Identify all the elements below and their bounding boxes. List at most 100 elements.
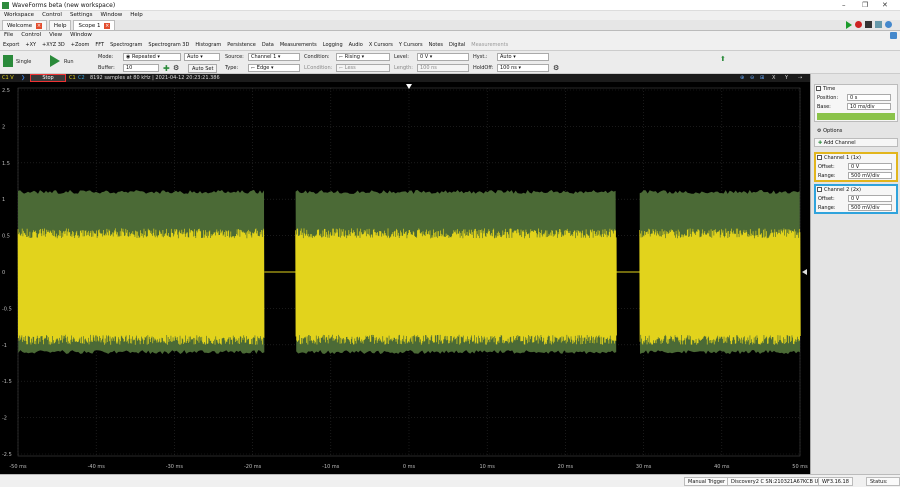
source-label: Source:	[225, 54, 244, 60]
hyst-select[interactable]: Auto ▾	[497, 53, 549, 61]
device-status[interactable]: Discovery2 C SN:210321A67KCB USB	[727, 477, 829, 486]
hyst-label: Hyst.:	[473, 54, 488, 60]
x-tick-label: 30 ms	[636, 464, 651, 470]
tool-digital[interactable]: Digital	[446, 40, 468, 50]
x-tick-label: -20 ms	[244, 464, 261, 470]
tool-menu: Export +XY +XYZ 3D +Zoom FFT Spectrogram…	[0, 40, 900, 50]
x-tick-label: 10 ms	[479, 464, 494, 470]
time-slider[interactable]	[817, 113, 895, 120]
condition-select[interactable]: ⌐ Rising ▾	[336, 53, 390, 61]
info-icon[interactable]	[885, 21, 892, 28]
x-tick-label: -40 ms	[88, 464, 105, 470]
settings-icon[interactable]: ⚙	[173, 64, 179, 72]
tool-x-cursors[interactable]: X Cursors	[366, 40, 396, 50]
zoom-out-icon[interactable]: ⊖	[750, 75, 754, 81]
mode-auto-select[interactable]: Auto ▾	[184, 53, 220, 61]
maximize-icon[interactable]: ❐	[862, 1, 868, 9]
cursor-icon[interactable]: ❯	[21, 75, 25, 81]
manual-trigger-button[interactable]: Manual Trigger	[684, 477, 729, 486]
options-row[interactable]: ⚙ Options	[817, 128, 842, 134]
menu-scope-control[interactable]: Control	[17, 31, 45, 40]
channel-2-checkbox[interactable]	[817, 187, 822, 192]
close-icon[interactable]: ✕	[882, 1, 888, 9]
tool-logging[interactable]: Logging	[320, 40, 346, 50]
length-label: Length:	[394, 65, 413, 71]
menu-control[interactable]: Control	[38, 11, 66, 20]
tool-fft[interactable]: FFT	[92, 40, 107, 50]
play-icon[interactable]	[846, 21, 852, 29]
tool-measurements[interactable]: Measurements	[277, 40, 320, 50]
single-button[interactable]: Single	[16, 59, 31, 65]
tool-export[interactable]: Export	[0, 40, 22, 50]
c2-badge[interactable]: C2	[78, 75, 85, 81]
tab-scope-1[interactable]: Scope 1 ×	[73, 20, 115, 30]
tab-welcome[interactable]: Welcome ×	[2, 20, 47, 30]
mode-select[interactable]: ◉ Repeated ▾	[123, 53, 181, 61]
tool-persistence[interactable]: Persistence	[224, 40, 259, 50]
x-tick-label: 50 ms	[792, 464, 807, 470]
ch1-range-input[interactable]: 500 mV/div	[848, 172, 892, 179]
y-axis-label: Y	[785, 75, 788, 81]
ch2-range-input[interactable]: 500 mV/div	[848, 204, 892, 211]
menu-help[interactable]: Help	[126, 11, 147, 20]
holdoff-settings-icon[interactable]: ⚙	[553, 64, 559, 72]
source-select[interactable]: Channel 1 ▾	[248, 53, 300, 61]
time-panel: Time Position: 0 s Base: 10 ms/div	[814, 84, 898, 122]
single-icon[interactable]	[3, 55, 13, 67]
tool-zoom[interactable]: +Zoom	[68, 40, 93, 50]
zoom-fit-icon[interactable]: ⊞	[760, 75, 764, 81]
tool-notes[interactable]: Notes	[426, 40, 446, 50]
position-input[interactable]: 0 s	[847, 94, 891, 101]
lcondition-select: ⌐ Less	[336, 64, 390, 72]
channel-1-checkbox[interactable]	[817, 155, 822, 160]
scope-waveform-chart[interactable]: 2.5 2 1.5 1 0.5 0 -0.5 -1 -1.5 -2 -2.5	[0, 82, 810, 462]
run-icon[interactable]	[50, 55, 60, 67]
menu-settings[interactable]: Settings	[66, 11, 97, 20]
tool-histogram[interactable]: Histogram	[192, 40, 224, 50]
menu-scope-window[interactable]: Window	[66, 31, 96, 40]
holdoff-label: HoldOff:	[473, 65, 493, 71]
tool-spectrogram-3d[interactable]: Spectrogram 3D	[145, 40, 192, 50]
close-tab-icon[interactable]: ×	[36, 23, 42, 29]
ch2-offset-input[interactable]: 0 V	[848, 195, 892, 202]
tool-data[interactable]: Data	[259, 40, 277, 50]
level-input[interactable]: 0 V ▾	[417, 53, 469, 61]
scope-plot[interactable]: 2.5 2 1.5 1 0.5 0 -0.5 -1 -1.5 -2 -2.5	[0, 82, 810, 462]
type-label: Type:	[225, 65, 238, 71]
record-icon[interactable]	[855, 21, 862, 28]
ch1-offset-input[interactable]: 0 V	[848, 163, 892, 170]
x-axis-label: X	[772, 75, 775, 81]
stop-button[interactable]: Stop	[30, 74, 66, 82]
main-menu: Workspace Control Settings Window Help	[0, 11, 900, 20]
type-select[interactable]: ⌐ Edge ▾	[248, 64, 300, 72]
menu-window[interactable]: Window	[97, 11, 127, 20]
add-channel-button[interactable]: ✚ Add Channel	[814, 138, 898, 147]
buffer-input[interactable]: 10	[123, 64, 159, 72]
tool-y-cursors[interactable]: Y Cursors	[396, 40, 426, 50]
tool-xyz3d[interactable]: +XYZ 3D	[39, 40, 68, 50]
base-input[interactable]: 10 ms/div	[847, 103, 891, 110]
stop-icon[interactable]	[865, 21, 872, 28]
y-tick-label: -1.5	[2, 379, 12, 385]
help-icon[interactable]	[890, 32, 897, 39]
add-icon[interactable]: ✚	[163, 64, 170, 73]
zoom-in-icon[interactable]: ⊕	[740, 75, 744, 81]
tool-spectrogram[interactable]: Spectrogram	[107, 40, 145, 50]
tool-audio[interactable]: Audio	[346, 40, 366, 50]
close-tab-icon[interactable]: ×	[104, 23, 110, 29]
trigger-level-marker	[802, 269, 807, 275]
minimize-icon[interactable]: –	[842, 1, 846, 9]
menu-view[interactable]: View	[45, 31, 66, 40]
pin-icon[interactable]: ⬆	[720, 55, 726, 63]
menu-workspace[interactable]: Workspace	[0, 11, 38, 20]
time-checkbox[interactable]	[816, 86, 821, 91]
c1-badge[interactable]: C1	[69, 75, 76, 81]
holdoff-input[interactable]: 100 ns ▾	[497, 64, 549, 72]
expand-arrow-icon[interactable]: ⇢	[798, 75, 802, 81]
device-icon[interactable]	[875, 21, 882, 28]
menu-file[interactable]: File	[0, 31, 17, 40]
run-button[interactable]: Run	[64, 59, 74, 65]
tool-xy[interactable]: +XY	[22, 40, 39, 50]
tab-help[interactable]: Help	[49, 20, 72, 30]
autoset-button[interactable]: Auto Set	[188, 64, 217, 73]
